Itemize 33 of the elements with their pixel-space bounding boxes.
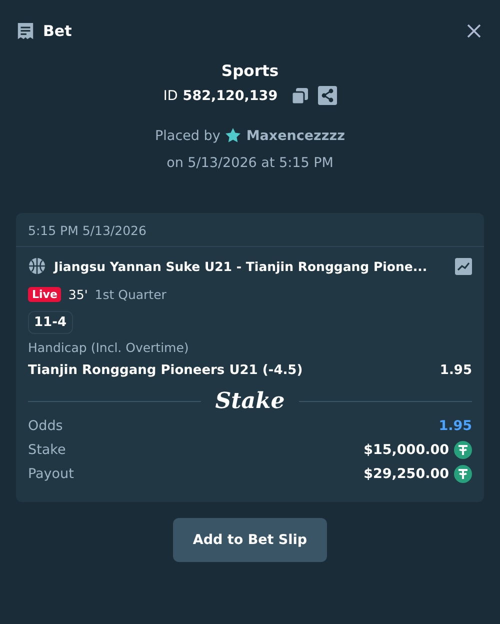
- live-badge: Live: [28, 287, 62, 302]
- star-badge-icon: [224, 127, 242, 145]
- brand-logo: Stake: [215, 388, 285, 414]
- username[interactable]: Maxencezzzz: [246, 128, 345, 144]
- id-label: ID: [163, 88, 178, 104]
- score-badge: 11-4: [28, 311, 73, 334]
- detail-label: Stake: [28, 442, 66, 458]
- coin-icon: [454, 465, 472, 483]
- detail-value: $29,250.00: [364, 466, 449, 482]
- receipt-icon: [16, 22, 35, 40]
- detail-value: $15,000.00: [364, 442, 449, 458]
- event-name[interactable]: Jiangsu Yannan Suke U21 - Tianjin Ronggang Pione...: [54, 258, 447, 274]
- selection-name: Tianjin Ronggang Pioneers U21 (-4.5): [28, 363, 303, 378]
- match-minute: 35': [68, 287, 88, 302]
- match-period: 1st Quarter: [94, 287, 166, 302]
- copy-icon[interactable]: [290, 86, 309, 104]
- detail-label: Odds: [28, 418, 63, 434]
- market-name: Handicap (Incl. Overtime): [28, 340, 190, 355]
- selection-odds: 1.95: [440, 363, 472, 378]
- modal-title: Bet: [43, 22, 73, 40]
- close-button[interactable]: [466, 23, 482, 39]
- bet-timestamp: 5:15 PM 5/13/2026: [16, 213, 484, 247]
- bet-category: Sports: [221, 62, 279, 80]
- bet-id: 582,120,139: [182, 88, 278, 104]
- placed-by-label: Placed by: [155, 128, 220, 144]
- placed-date: on 5/13/2026 at 5:15 PM: [166, 155, 334, 171]
- coin-icon: [454, 441, 472, 459]
- detail-value: 1.95: [438, 418, 472, 434]
- add-to-bet-slip-button[interactable]: Add to Bet Slip: [172, 518, 328, 562]
- basketball-icon: [28, 257, 46, 275]
- share-icon[interactable]: [318, 86, 337, 105]
- detail-label: Payout: [28, 466, 74, 482]
- chart-icon[interactable]: [455, 258, 472, 274]
